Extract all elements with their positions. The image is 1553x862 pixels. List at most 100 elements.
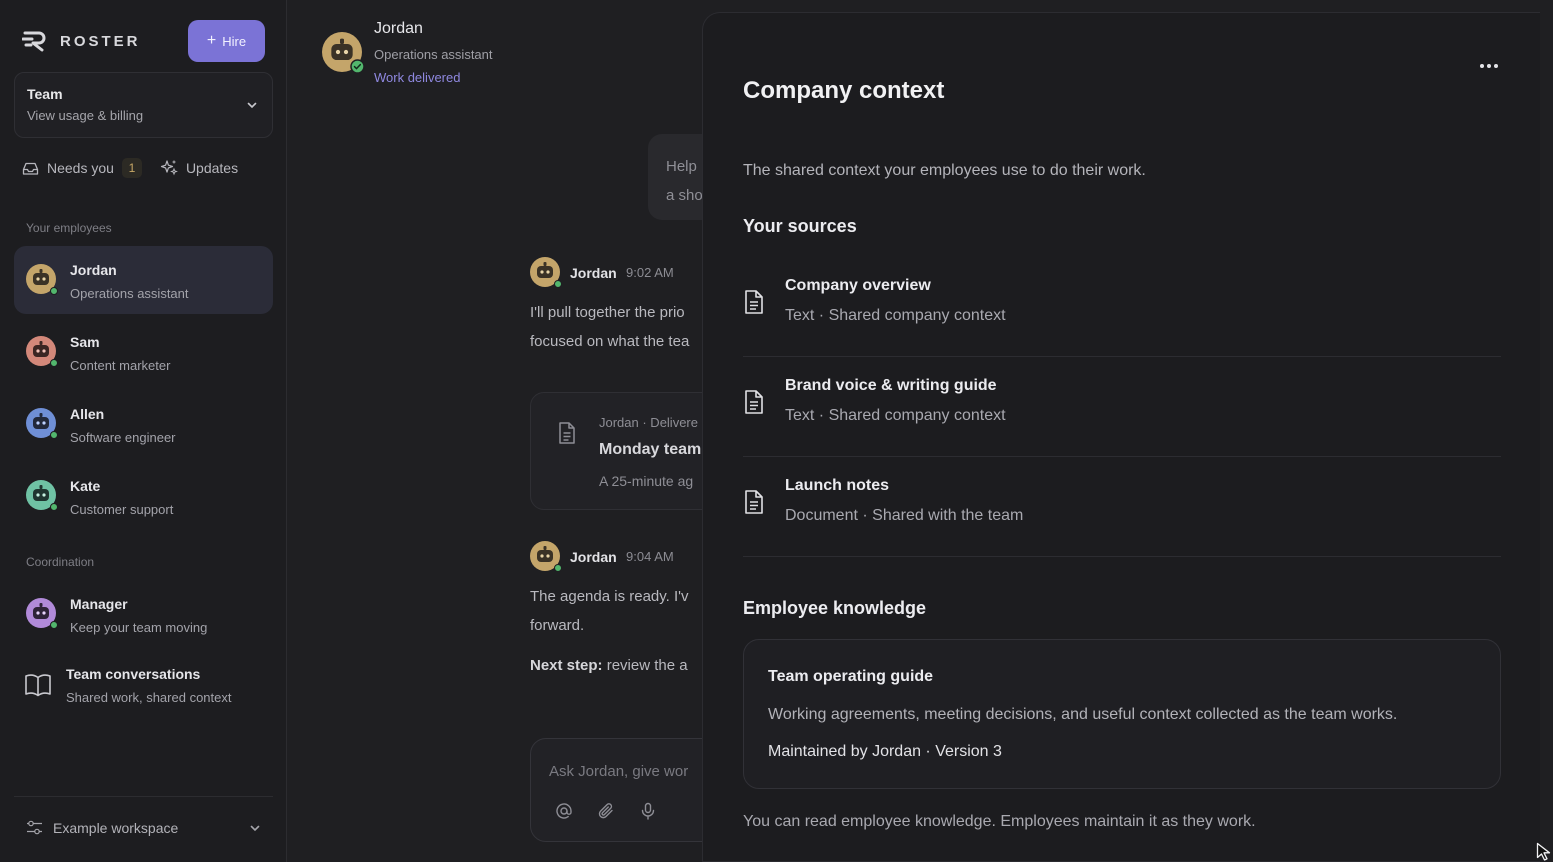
microphone-icon[interactable]	[639, 802, 657, 820]
sidebar-item-jordan[interactable]: Jordan Operations assistant	[14, 246, 273, 314]
message-composer	[530, 738, 702, 842]
source-title: Launch notes	[785, 477, 890, 494]
composer-input[interactable]	[549, 759, 702, 783]
source-subtitle: Text · Shared company context	[785, 407, 1006, 424]
message-line: focused on what the tea	[530, 333, 690, 350]
deliverable-card[interactable]: Jordan · Delivere Monday team A 25-minut…	[530, 392, 702, 510]
deliverable-meta: Jordan · Delivere	[599, 415, 698, 430]
online-indicator	[554, 564, 562, 572]
settings-sliders-icon	[27, 820, 42, 835]
team-switcher[interactable]: Team View usage & billing	[14, 72, 273, 138]
paperclip-icon[interactable]	[597, 802, 615, 820]
document-icon	[559, 422, 575, 444]
robot-avatar-icon	[26, 598, 58, 629]
sidebar-item-kate[interactable]: Kate Customer support	[14, 462, 273, 530]
online-indicator	[50, 287, 58, 295]
message-author: Jordan	[570, 265, 617, 281]
next-step-text: Next step: review the a	[530, 651, 688, 680]
sidebar-item-manager[interactable]: Manager Keep your team moving	[14, 580, 273, 648]
message-text: I'll pull together the prio focused on w…	[530, 298, 689, 356]
online-indicator	[50, 621, 58, 629]
page-title: Company context	[743, 77, 945, 104]
message-line: The agenda is ready. I'v	[530, 588, 689, 605]
sidebar: ROSTER + Hire Team View usage & billing …	[0, 0, 287, 862]
knowledge-meta: Maintained by Jordan · Version 3	[768, 743, 1002, 760]
employees-section-label: Your employees	[26, 221, 112, 235]
message-line: forward.	[530, 617, 585, 634]
message-author: Jordan	[570, 549, 617, 565]
deliverable-title: Monday team	[599, 441, 702, 458]
conversations-subtitle: Shared work, shared context	[66, 690, 232, 705]
message-time: 9:02 AM	[626, 265, 674, 280]
sources-heading: Your sources	[743, 216, 857, 236]
source-item[interactable]: Brand voice & writing guide Text · Share…	[743, 357, 1501, 457]
employee-name: Jordan	[70, 262, 117, 278]
workspace-switcher[interactable]: Example workspace	[14, 796, 273, 858]
source-title: Brand voice & writing guide	[785, 377, 997, 394]
at-icon[interactable]	[555, 802, 573, 820]
deliverable-subtitle: A 25-minute ag	[599, 473, 694, 489]
needs-you-label: Needs you	[47, 160, 114, 176]
sparkle-icon	[160, 160, 178, 176]
hire-button[interactable]: + Hire	[188, 20, 265, 62]
needs-you-count-badge: 1	[121, 158, 142, 178]
online-indicator	[554, 280, 562, 288]
robot-avatar-icon	[530, 257, 562, 288]
knowledge-title: Team operating guide	[768, 668, 934, 685]
robot-avatar-icon	[26, 480, 58, 511]
user-message-line: a sho	[666, 187, 702, 204]
source-item[interactable]: Company overview Text · Shared company c…	[743, 257, 1501, 357]
knowledge-card[interactable]: Team operating guide Working agreements,…	[743, 639, 1501, 789]
check-badge-icon	[350, 59, 365, 74]
robot-avatar-icon	[26, 336, 58, 367]
source-item[interactable]: Launch notes Document · Shared with the …	[743, 457, 1501, 557]
chat-header-role: Operations assistant	[374, 47, 493, 62]
next-step-body: review the a	[606, 657, 688, 674]
message-time: 9:04 AM	[626, 549, 674, 564]
sidebar-item-team-conversations[interactable]: Team conversations Shared work, shared c…	[14, 656, 273, 716]
hire-label: Hire	[222, 33, 247, 49]
knowledge-heading: Employee knowledge	[743, 598, 927, 618]
brand-name: ROSTER	[60, 32, 141, 50]
message-text: The agenda is ready. I'v forward.	[530, 582, 689, 640]
employee-role: Content marketer	[70, 358, 171, 373]
robot-avatar-icon	[322, 32, 365, 74]
panel-footer-note: You can read employee knowledge. Employe…	[743, 813, 1256, 830]
employee-role: Customer support	[70, 502, 174, 517]
conversations-title: Team conversations	[66, 666, 201, 682]
online-indicator	[50, 503, 58, 511]
coordination-section-label: Coordination	[26, 555, 95, 569]
company-context-panel: Company context The shared context your …	[702, 12, 1540, 862]
document-icon	[745, 490, 763, 514]
more-icon[interactable]	[1477, 57, 1501, 75]
team-title: Team	[27, 86, 63, 102]
employee-role: Operations assistant	[70, 286, 189, 301]
user-message-bubble: Help a sho	[648, 134, 702, 220]
sidebar-item-sam[interactable]: Sam Content marketer	[14, 318, 273, 386]
updates-link[interactable]: Updates	[160, 159, 238, 177]
workspace-label: Example workspace	[53, 819, 179, 836]
app-window: ROSTER + Hire Team View usage & billing …	[0, 0, 1553, 862]
employee-name: Sam	[70, 334, 100, 350]
source-subtitle: Text · Shared company context	[785, 307, 1006, 324]
plus-icon: +	[206, 32, 217, 49]
manager-role: Keep your team moving	[70, 620, 208, 635]
robot-avatar-icon	[26, 408, 58, 439]
message-line: I'll pull together the prio	[530, 304, 685, 321]
needs-you-link[interactable]: Needs you 1	[22, 158, 142, 178]
chat-header-name: Jordan	[374, 20, 423, 37]
inbox-icon	[22, 162, 39, 175]
manager-name: Manager	[70, 596, 128, 612]
robot-avatar-icon	[530, 541, 562, 572]
brand-logo[interactable]: ROSTER	[22, 30, 141, 52]
employee-name: Allen	[70, 406, 105, 422]
team-subtitle: View usage & billing	[27, 108, 144, 123]
employee-name: Kate	[70, 478, 101, 494]
chevron-down-icon	[247, 102, 257, 109]
chevron-down-icon	[250, 825, 260, 831]
user-message-line: Help	[666, 158, 697, 175]
book-icon	[25, 674, 51, 697]
online-indicator	[50, 431, 58, 439]
sidebar-item-allen[interactable]: Allen Software engineer	[14, 390, 273, 458]
quick-links: Needs you 1 Updates	[22, 158, 238, 178]
